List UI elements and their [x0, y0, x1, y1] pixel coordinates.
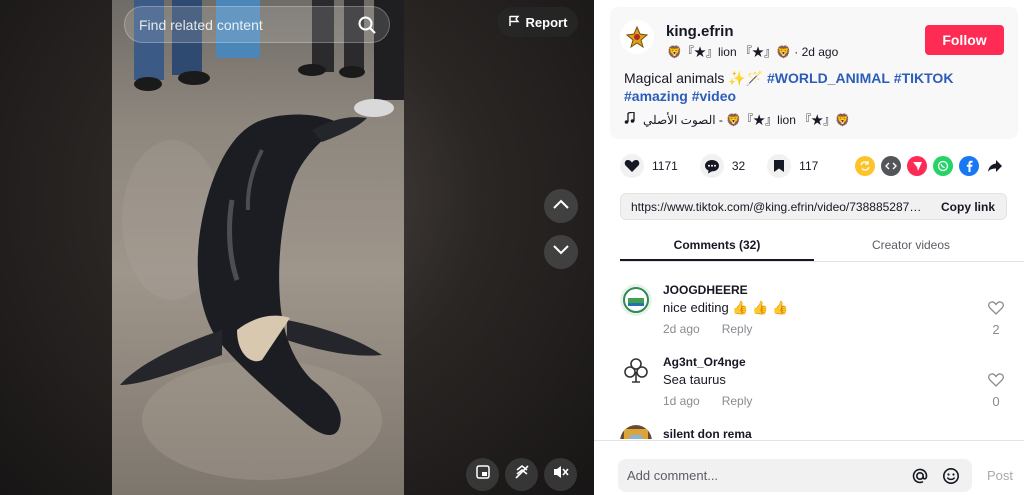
commenter-avatar[interactable] — [620, 425, 652, 439]
author-avatar[interactable] — [620, 20, 654, 54]
music-note-icon — [624, 111, 635, 127]
heart-icon — [620, 154, 644, 178]
share-arrow-icon[interactable] — [985, 156, 1005, 176]
comment-item: JOOGDHEERE nice editing 👍 👍 👍 2d ago Rep… — [594, 281, 1024, 351]
post-date: · 2d ago — [794, 45, 839, 59]
hashtag-link[interactable]: #video — [692, 88, 736, 104]
heart-outline-icon — [988, 301, 1004, 319]
seal-video-still — [120, 0, 404, 480]
auto-scroll-icon — [514, 464, 530, 485]
video-player[interactable]: Report — [0, 0, 594, 495]
auto-scroll-button[interactable] — [505, 458, 538, 491]
music-link[interactable]: الصوت الأصلي - 🦁『★』lion 『★』🦁 — [624, 111, 850, 128]
chevron-down-icon — [552, 243, 570, 261]
reply-button[interactable]: Reply — [722, 394, 753, 408]
hashtag-link[interactable]: #TIKTOK — [894, 70, 954, 86]
report-button[interactable]: Report — [497, 7, 578, 37]
embed-icon[interactable] — [881, 156, 901, 176]
like-button[interactable]: 1171 — [620, 154, 678, 178]
comment-meta: 1d ago Reply — [663, 394, 752, 408]
search-icon[interactable] — [357, 15, 377, 35]
commenter-avatar[interactable] — [620, 354, 652, 386]
panel-tabs: Comments (32) Creator videos — [620, 226, 1024, 262]
author-nickname: 🦁『★』lion 『★』🦁 — [667, 45, 791, 59]
comment-count: 32 — [731, 159, 746, 173]
like-count: 1171 — [652, 159, 678, 173]
hashtag-link[interactable]: #amazing — [624, 88, 688, 104]
copy-link-button[interactable]: Copy link — [941, 200, 995, 214]
comment-list: JOOGDHEERE nice editing 👍 👍 👍 2d ago Rep… — [594, 263, 1024, 439]
comment-meta: 2d ago Reply — [663, 322, 752, 336]
flag-icon — [508, 15, 520, 30]
commenter-avatar[interactable] — [620, 284, 652, 316]
author-subtitle: 🦁『★』lion 『★』🦁 · 2d ago — [667, 43, 838, 60]
comment-text: nice editing 👍 👍 👍 — [663, 300, 789, 315]
report-label: Report — [525, 14, 568, 30]
floating-player-button[interactable] — [466, 458, 499, 491]
video-description: Magical animals ✨🪄 #WORLD_ANIMAL #TIKTOK… — [624, 69, 1009, 105]
comment-date: 2d ago — [663, 322, 700, 336]
comment-item: silent don rema — [594, 425, 1024, 439]
tab-creator-videos[interactable]: Creator videos — [814, 226, 1008, 261]
add-comment-field[interactable] — [618, 459, 972, 492]
send-to-friends-icon[interactable] — [907, 156, 927, 176]
comment-composer: Post — [594, 440, 1024, 495]
share-options — [855, 156, 1005, 176]
comment-like-count: 0 — [992, 394, 1000, 409]
details-panel: king.efrin 🦁『★』lion 『★』🦁 · 2d ago Follow… — [594, 0, 1024, 495]
author-name[interactable]: king.efrin — [666, 23, 734, 40]
music-title: الصوت الأصلي - 🦁『★』lion 『★』🦁 — [643, 113, 851, 127]
previous-video-button[interactable] — [544, 189, 578, 223]
tab-comments[interactable]: Comments (32) — [620, 226, 814, 261]
related-content-search[interactable] — [124, 6, 390, 43]
post-button[interactable]: Post — [987, 468, 1013, 483]
video-link-box: https://www.tiktok.com/@king.efrin/video… — [620, 193, 1007, 220]
repost-icon[interactable] — [855, 156, 875, 176]
next-video-button[interactable] — [544, 235, 578, 269]
save-button[interactable]: 117 — [767, 154, 818, 178]
comment-input[interactable] — [627, 468, 910, 483]
comment-like-button[interactable]: 0 — [986, 373, 1006, 409]
comment-date: 1d ago — [663, 394, 700, 408]
video-frame[interactable] — [112, 0, 404, 495]
reply-button[interactable]: Reply — [722, 322, 753, 336]
action-bar: 1171 32 117 — [620, 154, 840, 178]
comment-icon — [699, 154, 724, 178]
emoji-icon[interactable] — [941, 466, 961, 486]
author-card: king.efrin 🦁『★』lion 『★』🦁 · 2d ago Follow… — [610, 7, 1018, 139]
comment-item: Ag3nt_Or4nge Sea taurus 1d ago Reply 0 — [594, 353, 1024, 423]
follow-button[interactable]: Follow — [925, 25, 1004, 55]
heart-outline-icon — [988, 373, 1004, 391]
mute-button[interactable] — [544, 458, 577, 491]
hashtag-link[interactable]: #WORLD_ANIMAL — [767, 70, 890, 86]
description-text: Magical animals ✨🪄 — [624, 70, 768, 86]
chevron-up-icon — [552, 197, 570, 215]
comment-like-button[interactable]: 2 — [986, 301, 1006, 337]
save-count: 117 — [799, 159, 819, 173]
comment-button[interactable]: 32 — [699, 154, 746, 178]
facebook-icon[interactable] — [959, 156, 979, 176]
volume-muted-icon — [552, 464, 570, 485]
commenter-name[interactable]: JOOGDHEERE — [663, 283, 748, 297]
video-url: https://www.tiktok.com/@king.efrin/video… — [631, 199, 927, 214]
bookmark-icon — [767, 154, 792, 178]
commenter-name[interactable]: silent don rema — [663, 427, 752, 439]
whatsapp-icon[interactable] — [933, 156, 953, 176]
comment-text: Sea taurus — [663, 372, 726, 387]
mention-icon[interactable] — [910, 466, 930, 486]
commenter-name[interactable]: Ag3nt_Or4nge — [663, 355, 746, 369]
floating-player-icon — [475, 464, 491, 485]
comment-like-count: 2 — [992, 322, 1000, 337]
search-input[interactable] — [139, 16, 357, 33]
